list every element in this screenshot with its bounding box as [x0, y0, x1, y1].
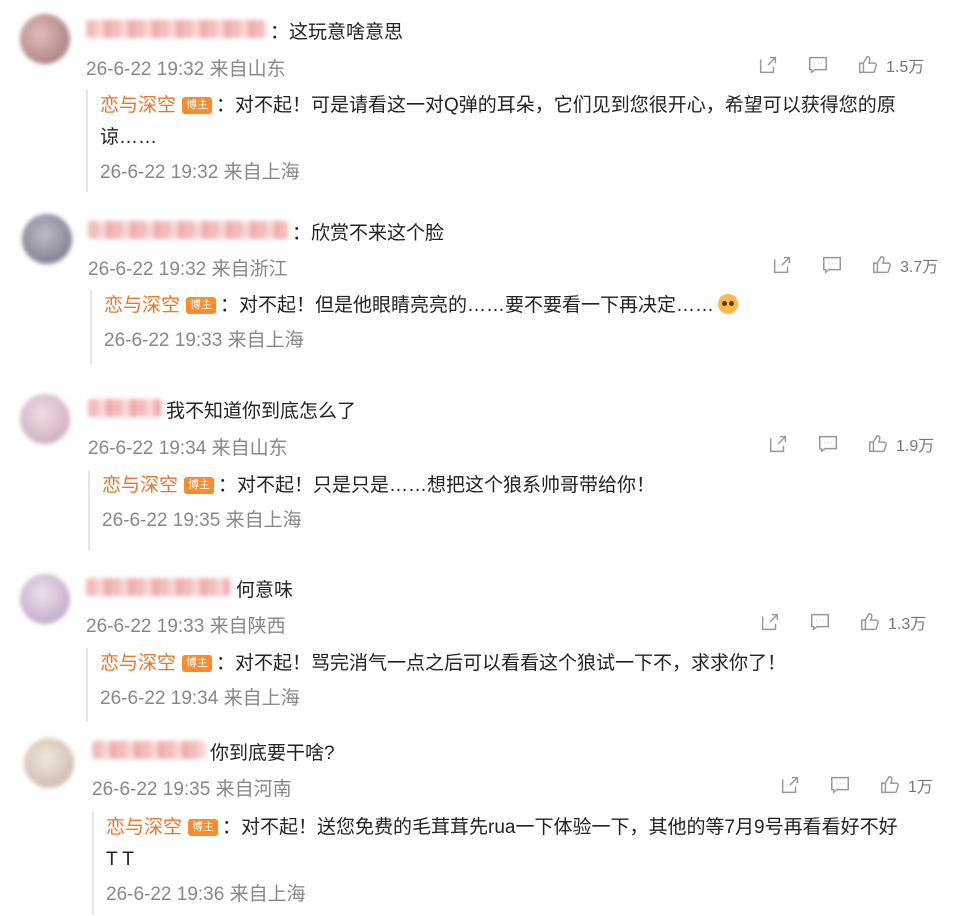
comment-actions: 1.5万	[730, 53, 924, 77]
avatar[interactable]	[20, 394, 70, 444]
share-icon[interactable]	[778, 773, 802, 797]
username-blurred[interactable]	[86, 578, 230, 596]
avatar[interactable]	[20, 14, 70, 64]
like-icon[interactable]	[870, 253, 894, 277]
comment-icon[interactable]	[808, 610, 832, 634]
comment-meta: 26-6-22 19:32 来自山东	[86, 59, 286, 80]
avatar[interactable]	[22, 214, 72, 264]
reply-text: 恋与深空 博主 ：对不起！但是他眼睛亮亮的……要不要看一下再决定……	[104, 290, 954, 322]
comment-icon[interactable]	[816, 432, 840, 456]
comment-meta: 26-6-22 19:35 来自河南	[92, 779, 292, 800]
username-blurred[interactable]	[88, 399, 162, 417]
like-count: 1.3万	[888, 616, 927, 633]
like-icon[interactable]	[878, 773, 902, 797]
like-count: 1.9万	[896, 438, 935, 455]
share-icon[interactable]	[770, 253, 794, 277]
comment-actions: 1万	[752, 773, 933, 797]
comment-icon[interactable]	[828, 773, 852, 797]
reply-author[interactable]: 恋与深空	[100, 653, 176, 674]
comment-actions: 1.3万	[732, 610, 926, 634]
share-icon[interactable]	[766, 432, 790, 456]
pleading-face-emoji	[718, 294, 739, 314]
reply-text-cont: 谅……	[100, 127, 158, 148]
username-blurred[interactable]	[88, 221, 288, 239]
like-count: 1万	[908, 779, 933, 796]
reply-text: 恋与深空 博主 ：对不起！可是请看这一对Q弹的耳朵，它们见到您很开心，希望可以获得您…	[100, 95, 896, 116]
blogger-badge: 博主	[188, 819, 219, 836]
blogger-badge: 博主	[182, 97, 213, 114]
comment-actions: 3.7万	[744, 253, 938, 277]
reply-author[interactable]: 恋与深空	[102, 475, 178, 496]
reply-block: 恋与深空 博主 ：对不起！可是请看这一对Q弹的耳朵，它们见到您很开心，希望可以获得您…	[86, 90, 960, 192]
blogger-badge: 博主	[186, 297, 217, 314]
comment-icon[interactable]	[806, 53, 830, 77]
reply-block: 恋与深空 博主 ：对不起！骂完消气一点之后可以看看这个狼试一下不，求求你了！ 26-…	[86, 648, 950, 722]
reply-block: 恋与深空 博主 ：对不起！送您免费的毛茸茸先rua一下体验一下，其他的等7月9号再看…	[92, 812, 956, 914]
comment-meta: 26-6-22 19:34 来自山东	[88, 438, 288, 459]
comment-text: 何意味	[236, 580, 294, 601]
comment-text: ：欣赏不来这个脸	[292, 223, 445, 244]
reply-author[interactable]: 恋与深空	[100, 95, 176, 116]
avatar[interactable]	[24, 738, 74, 788]
like-icon[interactable]	[856, 53, 880, 77]
like-count: 3.7万	[900, 259, 939, 276]
reply-text: 恋与深空 博主 ：对不起！骂完消气一点之后可以看看这个狼试一下不，求求你了！	[100, 653, 787, 674]
comment-text: 你到底要干啥?	[210, 743, 335, 764]
reply-block: 恋与深空 博主 ：对不起！但是他眼睛亮亮的……要不要看一下再决定…… 26-6-22…	[90, 290, 954, 364]
reply-meta: 26-6-22 19:33 来自上海	[104, 330, 304, 351]
reply-meta: 26-6-22 19:36 来自上海	[106, 884, 306, 905]
like-icon[interactable]	[858, 610, 882, 634]
reply-meta: 26-6-22 19:35 来自上海	[102, 510, 302, 531]
reply-text: 恋与深空 博主 ：对不起！只是只是……想把这个狼系帅哥带给你！	[102, 475, 656, 496]
comment-text: 我不知道你到底怎么了	[166, 401, 357, 422]
reply-author[interactable]: 恋与深空	[104, 295, 180, 316]
comment-meta: 26-6-22 19:33 来自陕西	[86, 616, 286, 637]
blogger-badge: 博主	[184, 477, 215, 494]
comment-icon[interactable]	[820, 253, 844, 277]
reply-block: 恋与深空 博主 ：对不起！只是只是……想把这个狼系帅哥带给你！ 26-6-22 19…	[88, 470, 952, 550]
comment-actions: 1.9万	[740, 432, 934, 456]
reply-author[interactable]: 恋与深空	[106, 817, 182, 838]
reply-meta: 26-6-22 19:32 来自上海	[100, 162, 300, 183]
comment-text: ：这玩意啥意思	[270, 22, 404, 43]
share-icon[interactable]	[756, 53, 780, 77]
blogger-badge: 博主	[182, 655, 213, 672]
reply-meta: 26-6-22 19:34 来自上海	[100, 688, 300, 709]
reply-text: 恋与深空 博主 ：对不起！送您免费的毛茸茸先rua一下体验一下，其他的等7月9号再看…	[106, 817, 898, 838]
username-blurred[interactable]	[92, 741, 206, 759]
like-icon[interactable]	[866, 432, 890, 456]
like-count: 1.5万	[886, 59, 925, 76]
avatar[interactable]	[20, 574, 70, 624]
share-icon[interactable]	[758, 610, 782, 634]
comment-meta: 26-6-22 19:32 来自浙江	[88, 259, 288, 280]
username-blurred[interactable]	[86, 20, 266, 38]
reply-text-cont: T T	[106, 849, 134, 870]
